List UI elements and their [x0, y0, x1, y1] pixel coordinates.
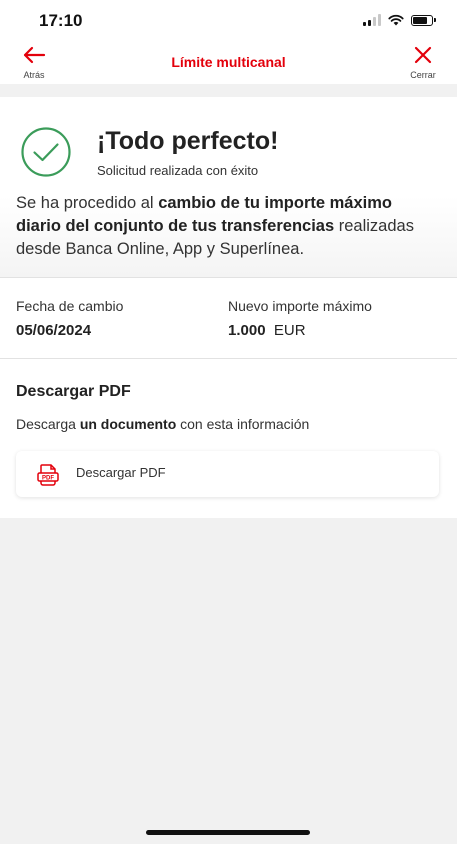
nav-bar: Atrás Límite multicanal Cerrar — [0, 40, 457, 84]
status-icons — [363, 14, 436, 26]
result-card: ¡Todo perfecto! Solicitud realizada con … — [0, 97, 457, 518]
download-pdf-button[interactable]: PDF Descargar PDF — [16, 451, 439, 497]
amount-label: Nuevo importe máximo — [228, 298, 372, 314]
amount-currency: EUR — [273, 322, 306, 339]
status-bar: 17:10 — [0, 0, 457, 40]
success-title: ¡Todo perfecto! — [97, 127, 279, 155]
wifi-icon — [388, 14, 404, 26]
page-title: Límite multicanal — [171, 54, 286, 70]
date-label: Fecha de cambio — [16, 298, 124, 314]
close-label: Cerrar — [410, 70, 436, 80]
pdf-file-icon: PDF — [37, 464, 59, 486]
download-pdf-label: Descargar PDF — [76, 465, 166, 480]
check-circle-icon — [21, 127, 71, 177]
divider — [0, 277, 457, 278]
amount-value: 1.000 EUR — [228, 322, 306, 339]
home-indicator — [146, 830, 310, 835]
close-icon — [414, 46, 432, 64]
back-label: Atrás — [23, 70, 45, 80]
success-description: Se ha procedido al cambio de tu importe … — [16, 192, 441, 261]
pdf-section-heading: Descargar PDF — [16, 383, 131, 400]
divider — [0, 358, 457, 359]
svg-text:PDF: PDF — [42, 475, 54, 481]
status-time: 17:10 — [39, 11, 83, 30]
close-button[interactable]: Cerrar — [403, 46, 443, 80]
signal-icon — [363, 14, 381, 26]
date-value: 05/06/2024 — [16, 322, 92, 339]
pdf-description: Descarga un documento con esta informaci… — [16, 416, 310, 432]
description-text: Se ha procedido al — [16, 194, 159, 212]
battery-icon — [411, 14, 436, 26]
success-subtitle: Solicitud realizada con éxito — [97, 163, 259, 178]
